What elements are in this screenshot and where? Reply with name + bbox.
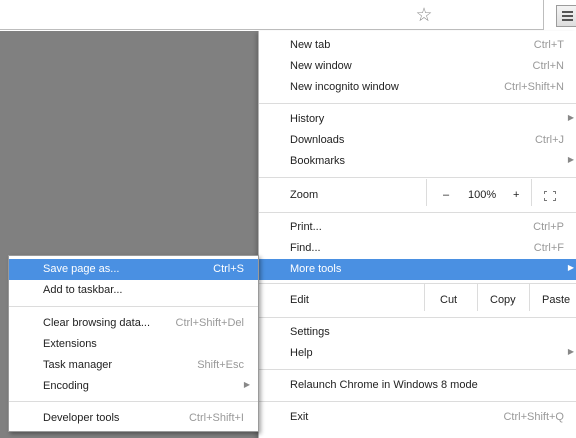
menu-separator bbox=[259, 212, 576, 213]
browser-toolbar: ☆ bbox=[0, 0, 576, 31]
menu-item-shortcut: Ctrl+Shift+I bbox=[188, 412, 244, 424]
submenu-item-task-manager[interactable]: Task manager Shift+Esc bbox=[9, 355, 258, 376]
submenu-item-clear-browsing-data[interactable]: Clear browsing data... Ctrl+Shift+Del bbox=[9, 313, 258, 334]
menu-item-shortcut: Shift+Esc bbox=[197, 359, 244, 371]
menu-item-new-window[interactable]: New window Ctrl+N bbox=[259, 56, 576, 77]
zoom-divider bbox=[426, 179, 427, 206]
menu-item-more-tools[interactable]: More tools ▶ bbox=[259, 259, 576, 280]
menu-item-label: Help bbox=[290, 347, 313, 359]
edit-divider bbox=[529, 284, 530, 311]
menu-item-label: New tab bbox=[290, 39, 331, 51]
menu-item-shortcut: Ctrl+J bbox=[534, 134, 564, 146]
menu-item-new-incognito-window[interactable]: New incognito window Ctrl+Shift+N bbox=[259, 77, 576, 98]
submenu-item-developer-tools[interactable]: Developer tools Ctrl+Shift+I bbox=[9, 408, 258, 429]
menu-item-label: Edit bbox=[290, 294, 309, 306]
menu-item-label: New window bbox=[290, 60, 352, 72]
menu-bar-line bbox=[562, 19, 573, 21]
submenu-arrow-icon: ▶ bbox=[567, 155, 574, 164]
menu-separator bbox=[259, 401, 576, 402]
menu-item-shortcut: Ctrl+T bbox=[533, 39, 564, 51]
submenu-item-save-page-as[interactable]: Save page as... Ctrl+S bbox=[9, 259, 258, 280]
menu-item-label: Encoding bbox=[43, 380, 89, 392]
hamburger-menu-icon[interactable] bbox=[556, 5, 576, 27]
cut-button[interactable]: Cut bbox=[440, 294, 457, 306]
menu-separator bbox=[259, 177, 576, 178]
menu-item-label: Downloads bbox=[290, 134, 345, 146]
submenu-arrow-icon: ▶ bbox=[567, 113, 574, 122]
menu-item-zoom: Zoom – 100% + bbox=[259, 179, 576, 206]
copy-button[interactable]: Copy bbox=[490, 294, 516, 306]
menu-item-label: Developer tools bbox=[43, 412, 120, 424]
menu-item-exit[interactable]: Exit Ctrl+Shift+Q bbox=[259, 407, 576, 428]
fullscreen-icon[interactable] bbox=[544, 191, 556, 201]
menu-item-shortcut: Ctrl+Shift+Q bbox=[503, 411, 564, 423]
menu-item-label: Zoom bbox=[290, 189, 319, 201]
star-outline-icon[interactable]: ☆ bbox=[411, 2, 437, 28]
submenu-item-encoding[interactable]: Encoding ▶ bbox=[9, 376, 258, 397]
menu-separator bbox=[259, 103, 576, 104]
menu-item-shortcut: Ctrl+N bbox=[532, 60, 564, 72]
menu-item-label: Save page as... bbox=[43, 263, 120, 275]
submenu-arrow-icon: ▶ bbox=[567, 347, 574, 356]
zoom-divider bbox=[531, 179, 532, 206]
menu-item-label: Exit bbox=[290, 411, 309, 423]
submenu-item-extensions[interactable]: Extensions bbox=[9, 334, 258, 355]
menu-item-settings[interactable]: Settings bbox=[259, 322, 576, 343]
paste-button[interactable]: Paste bbox=[542, 294, 570, 306]
menu-item-label: New incognito window bbox=[290, 81, 399, 93]
zoom-level: 100% bbox=[468, 189, 497, 201]
address-bar[interactable]: ☆ bbox=[0, 0, 544, 30]
menu-item-find[interactable]: Find... Ctrl+F bbox=[259, 238, 576, 259]
menu-separator bbox=[9, 306, 258, 307]
menu-item-label: Task manager bbox=[43, 359, 113, 371]
edit-divider bbox=[477, 284, 478, 311]
submenu-arrow-icon: ▶ bbox=[567, 263, 574, 272]
menu-item-label: Settings bbox=[290, 326, 330, 338]
menu-item-new-tab[interactable]: New tab Ctrl+T bbox=[259, 35, 576, 56]
menu-item-label: Extensions bbox=[43, 338, 97, 350]
menu-item-relaunch-windows8[interactable]: Relaunch Chrome in Windows 8 mode bbox=[259, 375, 576, 396]
zoom-in-button[interactable]: + bbox=[513, 189, 519, 201]
submenu-arrow-icon: ▶ bbox=[243, 380, 250, 389]
menu-item-label: Add to taskbar... bbox=[43, 284, 123, 296]
menu-bar-line bbox=[562, 15, 573, 17]
menu-separator bbox=[259, 317, 576, 318]
menu-item-label: More tools bbox=[290, 263, 342, 275]
menu-item-history[interactable]: History ▶ bbox=[259, 109, 576, 130]
menu-item-edit: Edit Cut Copy Paste bbox=[259, 284, 576, 311]
menu-item-label: Relaunch Chrome in Windows 8 mode bbox=[290, 379, 478, 391]
menu-separator bbox=[9, 401, 258, 402]
menu-item-print[interactable]: Print... Ctrl+P bbox=[259, 217, 576, 238]
menu-item-label: Find... bbox=[290, 242, 321, 254]
menu-item-downloads[interactable]: Downloads Ctrl+J bbox=[259, 130, 576, 151]
menu-item-shortcut: Ctrl+P bbox=[533, 221, 564, 233]
menu-item-shortcut: Ctrl+S bbox=[213, 263, 244, 275]
menu-item-label: History bbox=[290, 113, 325, 125]
chrome-main-menu: New tab Ctrl+T New window Ctrl+N New inc… bbox=[258, 31, 576, 438]
menu-item-label: Clear browsing data... bbox=[43, 317, 150, 329]
more-tools-submenu: Save page as... Ctrl+S Add to taskbar...… bbox=[8, 255, 259, 432]
submenu-item-add-to-taskbar[interactable]: Add to taskbar... bbox=[9, 280, 258, 301]
menu-item-help[interactable]: Help ▶ bbox=[259, 343, 576, 364]
menu-separator bbox=[259, 369, 576, 370]
edit-divider bbox=[424, 284, 425, 311]
menu-item-label: Print... bbox=[290, 221, 322, 233]
menu-item-shortcut: Ctrl+Shift+Del bbox=[175, 317, 244, 329]
zoom-out-button[interactable]: – bbox=[443, 189, 449, 201]
menu-item-shortcut: Ctrl+F bbox=[533, 242, 564, 254]
menu-item-bookmarks[interactable]: Bookmarks ▶ bbox=[259, 151, 576, 172]
menu-item-label: Bookmarks bbox=[290, 155, 346, 167]
menu-item-shortcut: Ctrl+Shift+N bbox=[504, 81, 564, 93]
menu-bar-line bbox=[562, 11, 573, 13]
